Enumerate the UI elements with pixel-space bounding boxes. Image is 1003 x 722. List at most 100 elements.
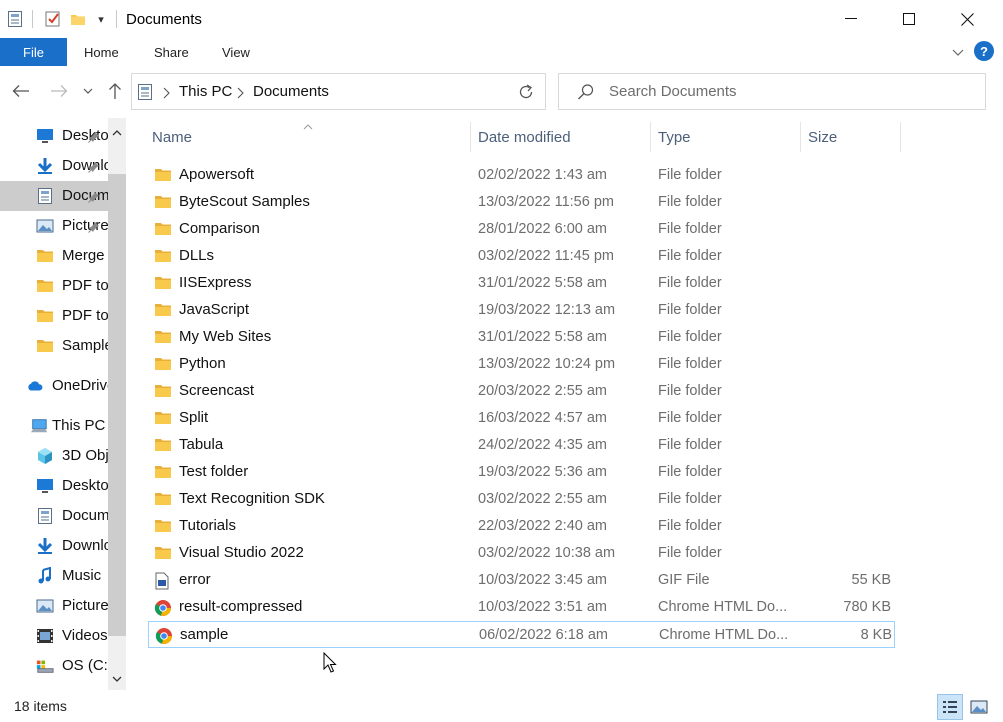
sidebar-item[interactable]: Desktop: [0, 471, 108, 501]
chevron-right-icon[interactable]: [162, 86, 172, 99]
file-row[interactable]: result-compressed 10/03/2022 3:51 am Chrom…: [148, 594, 895, 621]
breadcrumb-documents[interactable]: Documents: [253, 83, 329, 100]
sidebar-item[interactable]: This PC: [0, 411, 108, 441]
close-button[interactable]: [938, 0, 996, 38]
sidebar-item[interactable]: Samples: [0, 331, 108, 361]
sidebar-item[interactable]: Pictures: [0, 591, 108, 621]
file-name: Text Recognition SDK: [179, 490, 325, 507]
file-row[interactable]: Python 13/03/2022 10:24 pm File folder: [148, 351, 895, 378]
qat-dropdown-icon[interactable]: ▾: [91, 9, 111, 29]
sidebar-item[interactable]: Downloads: [0, 531, 108, 561]
download-icon: [36, 157, 54, 175]
file-row[interactable]: Visual Studio 2022 03/02/2022 10:38 am Fil…: [148, 540, 895, 567]
videos-icon: [36, 627, 54, 645]
file-row[interactable]: DLLs 03/02/2022 11:45 pm File folder: [148, 243, 895, 270]
file-row[interactable]: Comparison 28/01/2022 6:00 am File folder: [148, 216, 895, 243]
column-divider[interactable]: [800, 122, 801, 152]
sidebar-item[interactable]: Documents: [0, 181, 108, 211]
sidebar-item[interactable]: Desktop: [0, 121, 108, 151]
sidebar-item[interactable]: Downloads: [0, 151, 108, 181]
sidebar-item-label: Videos: [62, 627, 108, 644]
file-date-modified: 03/02/2022 10:38 am: [478, 545, 616, 561]
search-box[interactable]: Search Documents: [558, 73, 986, 110]
file-row[interactable]: error 10/03/2022 3:45 am GIF File 55 KB: [148, 567, 895, 594]
file-row[interactable]: JavaScript 19/03/2022 12:13 am File folder: [148, 297, 895, 324]
tab-home[interactable]: Home: [84, 38, 119, 66]
column-header-name[interactable]: Name: [152, 118, 192, 156]
expand-ribbon-icon[interactable]: [950, 44, 966, 60]
file-type: File folder: [658, 221, 722, 237]
scroll-down-icon[interactable]: [108, 670, 126, 688]
column-divider[interactable]: [900, 122, 901, 152]
properties-icon[interactable]: [5, 9, 25, 29]
refresh-button[interactable]: [507, 73, 546, 110]
file-type: File folder: [658, 248, 722, 264]
folder-icon: [154, 464, 172, 481]
scroll-up-icon[interactable]: [108, 124, 126, 142]
file-date-modified: 24/02/2022 4:35 am: [478, 437, 607, 453]
column-divider[interactable]: [470, 122, 471, 152]
minimize-button[interactable]: [822, 0, 880, 38]
file-name: Visual Studio 2022: [179, 544, 304, 561]
file-name: Screencast: [179, 382, 255, 399]
large-icons-view-button[interactable]: [966, 694, 992, 720]
sidebar-item[interactable]: Pictures: [0, 211, 108, 241]
search-input[interactable]: Search Documents: [609, 83, 737, 100]
breadcrumb-this-pc[interactable]: This PC: [179, 83, 232, 100]
help-button[interactable]: ?: [974, 41, 994, 61]
maximize-button[interactable]: [880, 0, 938, 38]
column-header-type[interactable]: Type: [658, 118, 691, 156]
sidebar-item[interactable]: 3D Objects: [0, 441, 108, 471]
back-button[interactable]: [9, 79, 33, 103]
up-button[interactable]: [103, 79, 127, 103]
file-row[interactable]: Test folder 19/03/2022 5:36 am File folder: [148, 459, 895, 486]
file-row[interactable]: Tutorials 22/03/2022 2:40 am File folder: [148, 513, 895, 540]
gif-file-icon: [154, 572, 172, 590]
qat-separator: [32, 10, 33, 28]
file-row[interactable]: Text Recognition SDK 03/02/2022 2:55 am Fi…: [148, 486, 895, 513]
file-row[interactable]: Screencast 20/03/2022 2:55 am File folder: [148, 378, 895, 405]
sidebar-item[interactable]: OneDrive: [0, 371, 108, 401]
details-view-button[interactable]: [937, 694, 963, 720]
file-date-modified: 20/03/2022 2:55 am: [478, 383, 607, 399]
chevron-right-icon[interactable]: [236, 86, 246, 99]
column-divider[interactable]: [650, 122, 651, 152]
file-type: File folder: [658, 194, 722, 210]
documents-icon: [137, 83, 153, 101]
folder-icon: [154, 491, 172, 508]
sidebar-item[interactable]: Merge: [0, 241, 108, 271]
checkbox-properties-icon[interactable]: [43, 9, 63, 29]
sidebar-item[interactable]: PDF to: [0, 271, 108, 301]
recent-locations-icon[interactable]: [78, 79, 98, 103]
forward-button[interactable]: [47, 79, 71, 103]
new-folder-icon[interactable]: [68, 9, 88, 29]
sidebar-item[interactable]: Videos: [0, 621, 108, 651]
address-bar[interactable]: This PC Documents: [131, 73, 621, 110]
file-row[interactable]: My Web Sites 31/01/2022 5:58 am File folde…: [148, 324, 895, 351]
file-row[interactable]: Apowersoft 02/02/2022 1:43 am File folder: [148, 162, 895, 189]
tab-view[interactable]: View: [222, 38, 250, 66]
chrome-icon: [154, 599, 172, 616]
sidebar-item[interactable]: Music: [0, 561, 108, 591]
music-icon: [36, 567, 54, 585]
sidebar-scrollbar-thumb[interactable]: [108, 174, 126, 636]
folder-icon: [154, 248, 172, 265]
file-row[interactable]: ByteScout Samples 13/03/2022 11:56 pm File…: [148, 189, 895, 216]
column-header-size[interactable]: Size: [808, 118, 837, 156]
tab-share[interactable]: Share: [154, 38, 189, 66]
file-row[interactable]: Tabula 24/02/2022 4:35 am File folder: [148, 432, 895, 459]
sidebar-item-label: OneDrive: [52, 377, 108, 394]
file-row[interactable]: IISExpress 31/01/2022 5:58 am File folder: [148, 270, 895, 297]
sidebar-item-label: Pictures: [62, 597, 108, 614]
folder-icon: [36, 277, 54, 295]
sidebar-item[interactable]: Documents: [0, 501, 108, 531]
sidebar-item[interactable]: PDF to: [0, 301, 108, 331]
file-row[interactable]: Split 16/03/2022 4:57 am File folder: [148, 405, 895, 432]
tab-file[interactable]: File: [0, 38, 67, 66]
sidebar-item[interactable]: OS (C:): [0, 651, 108, 681]
file-type: File folder: [658, 167, 722, 183]
file-type: File folder: [658, 437, 722, 453]
file-type: File folder: [658, 329, 722, 345]
file-row[interactable]: sample 06/02/2022 6:18 am Chrome HTML Do..…: [148, 621, 895, 648]
column-header-date-modified[interactable]: Date modified: [478, 118, 571, 156]
